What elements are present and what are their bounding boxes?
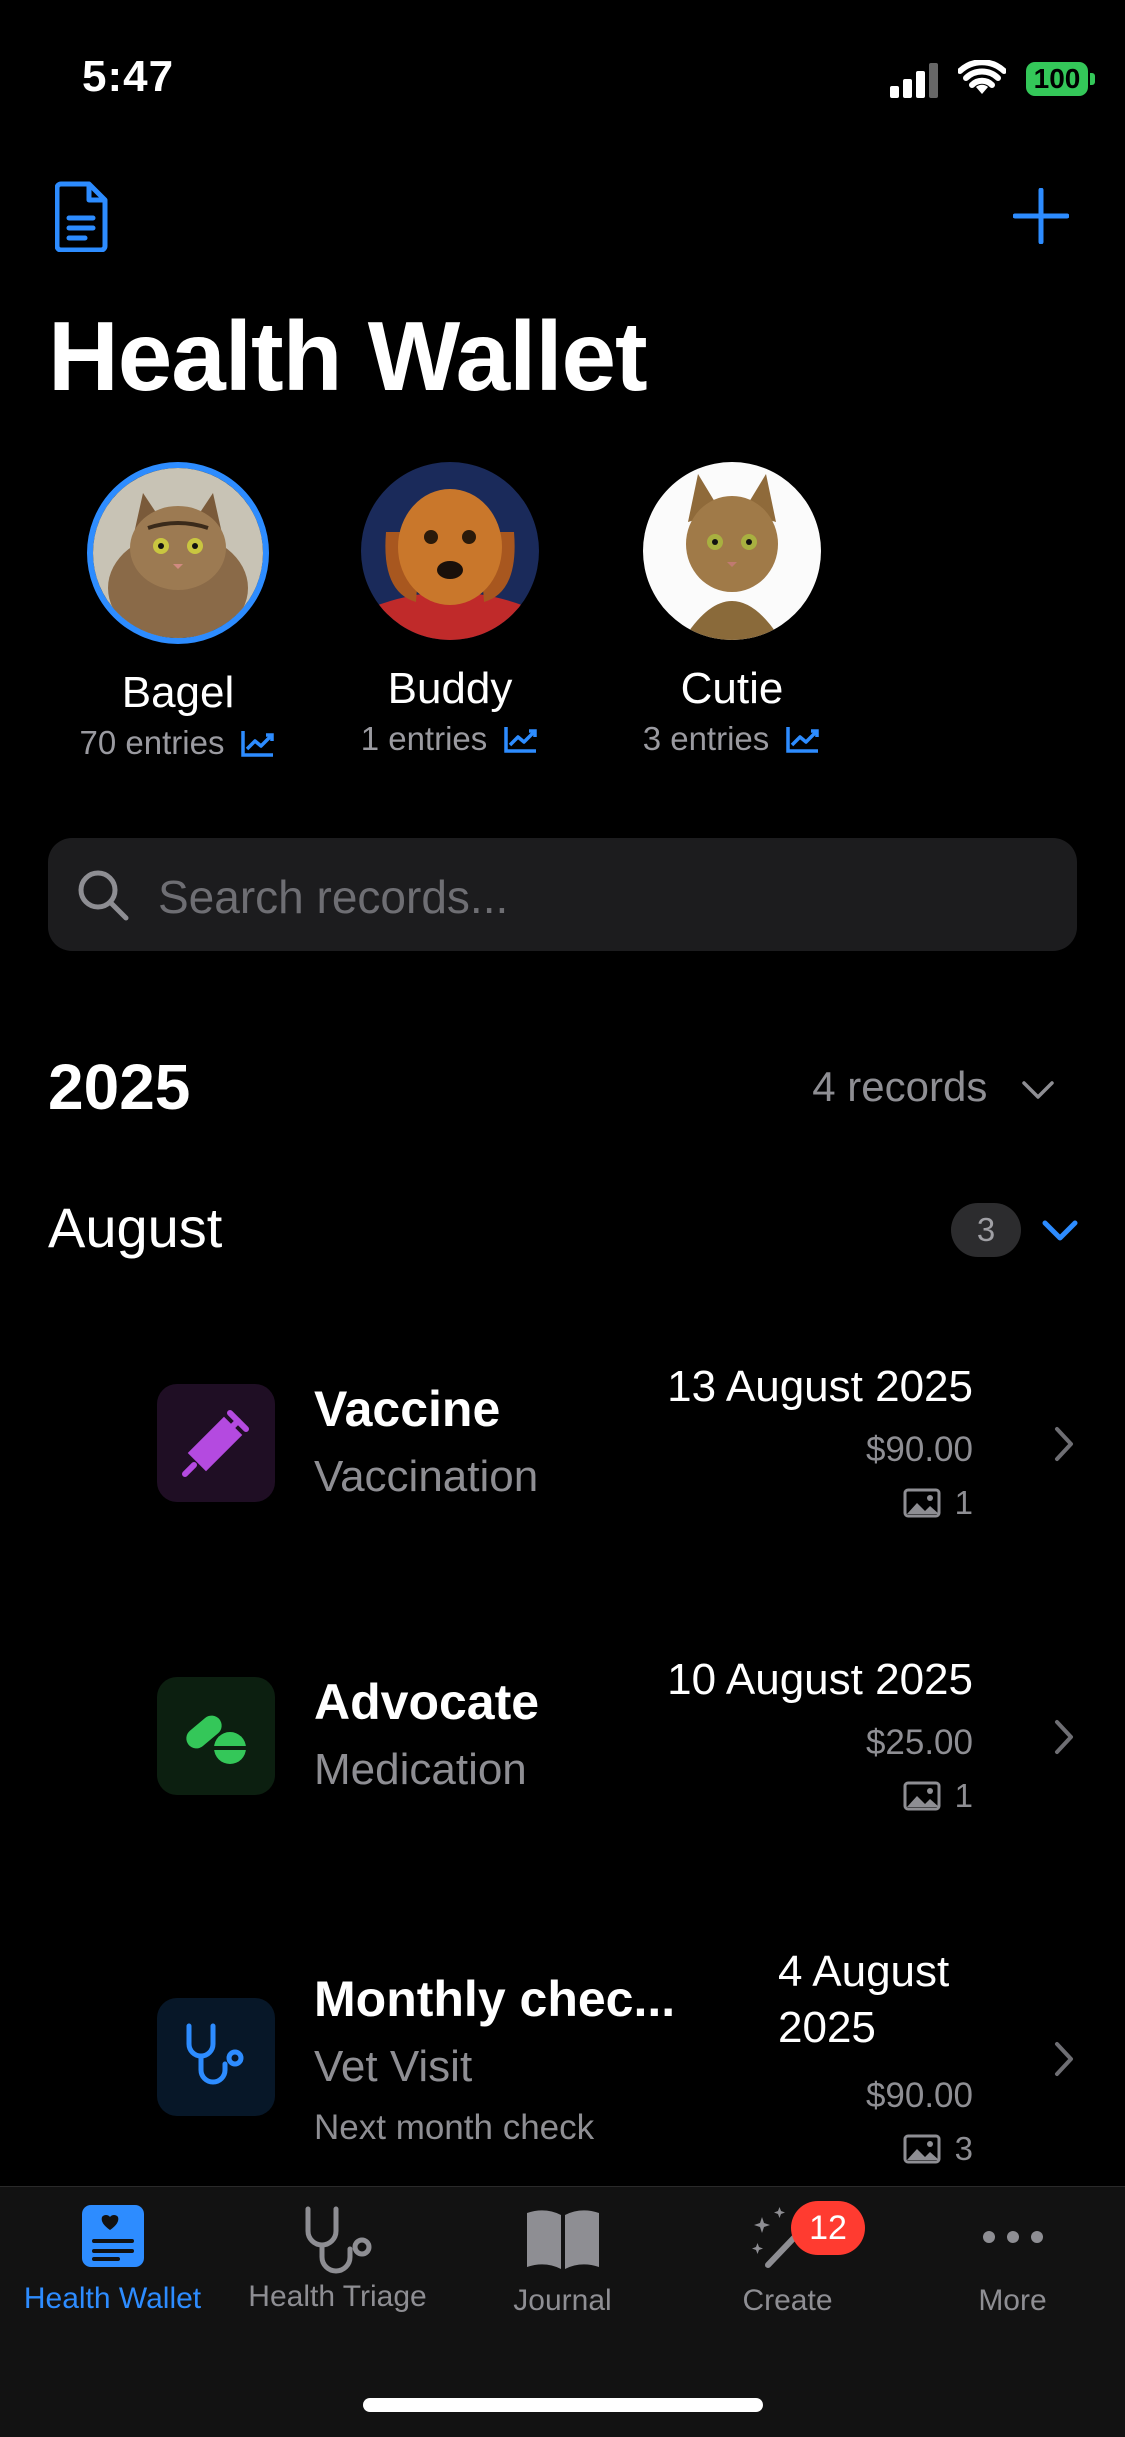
record-date-line2: 2025 — [778, 2003, 876, 2052]
chart-trend-icon[interactable] — [240, 728, 276, 758]
pet-cutie[interactable]: Cutie 3 entries — [602, 462, 862, 758]
tab-label: More — [978, 2284, 1047, 2317]
cellular-signal-icon — [890, 63, 938, 98]
record-photo-count: 1 — [954, 1777, 973, 1814]
record-date-line1: 4 August — [778, 1947, 950, 1996]
document-icon[interactable] — [55, 180, 109, 252]
pet-name: Cutie — [680, 664, 784, 713]
pet-name: Buddy — [387, 664, 513, 713]
search-icon — [78, 870, 129, 921]
stethoscope-icon — [157, 1998, 275, 2116]
year-record-count[interactable]: 4 records — [812, 1063, 1055, 1111]
book-icon — [526, 2210, 599, 2269]
pet-entries: 1 entries — [360, 720, 488, 757]
record-title: Monthly chec... — [314, 1971, 676, 2027]
pet-avatar-cutie — [643, 462, 821, 640]
record-type: Vet Visit — [314, 2042, 473, 2091]
record-price: $25.00 — [865, 1723, 973, 1762]
record-note: Next month check — [314, 2108, 595, 2147]
chevron-down-icon[interactable] — [1041, 1219, 1079, 1243]
chevron-right-icon — [1055, 2042, 1073, 2076]
page-title: Health Wallet — [48, 301, 648, 411]
pills-icon — [157, 1677, 275, 1795]
year-record-count-label: 4 records — [812, 1063, 988, 1110]
tab-label: Health Triage — [248, 2280, 427, 2313]
record-type: Medication — [314, 1745, 527, 1794]
record-date: 10 August 2025 — [667, 1655, 973, 1704]
vaccine-icon — [157, 1384, 275, 1502]
pet-avatar-bagel — [87, 462, 269, 644]
tab-health-triage[interactable]: Health Triage — [225, 2203, 450, 2314]
tab-more[interactable]: More — [900, 2203, 1125, 2318]
record-date: 4 August 2025 — [778, 1947, 949, 2053]
stethoscope-icon — [305, 2206, 371, 2274]
tab-create[interactable]: 12 Create — [675, 2201, 900, 2318]
wifi-icon — [958, 60, 1006, 94]
tab-journal[interactable]: Journal — [450, 2203, 675, 2318]
add-record-button[interactable] — [1013, 188, 1069, 244]
photo-icon — [903, 1781, 941, 1811]
tab-label: Health Wallet — [23, 2282, 202, 2315]
chart-trend-icon[interactable] — [785, 724, 821, 754]
pet-entries: 70 entries — [79, 724, 225, 761]
month-heading: August — [48, 1196, 223, 1259]
chevron-right-icon — [1055, 1720, 1073, 1754]
pet-entries: 3 entries — [642, 720, 770, 757]
tab-label: Journal — [513, 2284, 612, 2317]
wallet-doc-icon — [81, 2205, 144, 2267]
notification-badge: 12 — [791, 2201, 865, 2255]
battery-indicator: 100 — [1026, 62, 1088, 96]
home-indicator — [363, 2398, 763, 2412]
search-placeholder: Search records... — [158, 871, 509, 923]
pet-name: Bagel — [121, 668, 235, 717]
year-heading: 2025 — [48, 1051, 191, 1123]
chevron-right-icon — [1055, 1427, 1073, 1461]
month-count-badge: 3 — [951, 1203, 1021, 1257]
record-price: $90.00 — [865, 2076, 973, 2115]
search-input[interactable]: Search records... — [48, 838, 1077, 951]
record-title: Advocate — [314, 1674, 540, 1730]
record-date: 13 August 2025 — [667, 1362, 973, 1411]
photo-icon — [903, 2134, 941, 2164]
pet-avatar-buddy — [361, 462, 539, 640]
status-time: 5:47 — [82, 52, 175, 101]
record-photo-count: 1 — [954, 1484, 973, 1521]
chevron-down-icon — [1022, 1081, 1054, 1099]
pet-bagel[interactable]: Bagel 70 entries — [48, 462, 308, 762]
record-title: Vaccine — [314, 1381, 501, 1437]
photo-icon — [903, 1488, 941, 1518]
pet-buddy[interactable]: Buddy 1 entries — [320, 462, 580, 758]
more-icon — [982, 2231, 1043, 2243]
tab-health-wallet[interactable]: Health Wallet — [0, 2203, 225, 2316]
battery-cap — [1090, 73, 1095, 85]
tab-label: Create — [742, 2284, 833, 2317]
record-price: $90.00 — [865, 1430, 973, 1469]
record-photo-count: 3 — [954, 2130, 973, 2167]
record-type: Vaccination — [314, 1452, 539, 1501]
chart-trend-icon[interactable] — [503, 724, 539, 754]
